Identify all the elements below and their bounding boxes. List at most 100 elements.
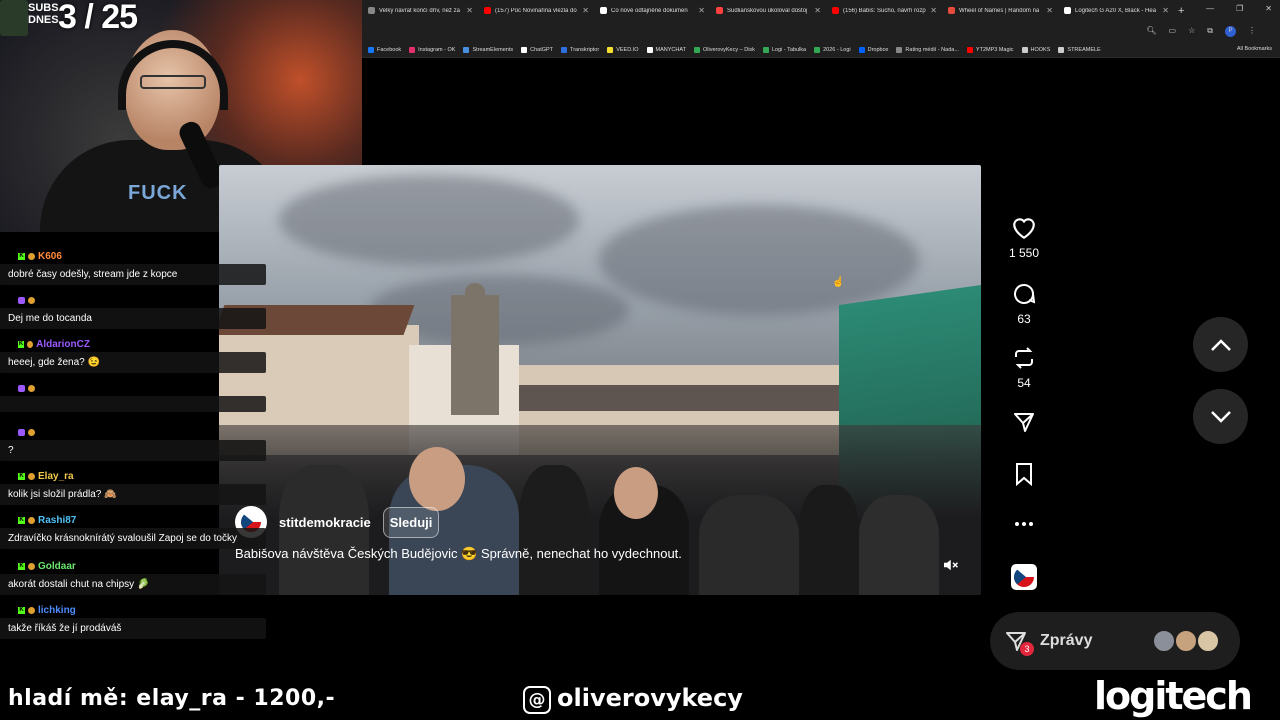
glasses <box>140 75 206 89</box>
bookmark-favicon <box>1021 46 1028 53</box>
bookmark-item[interactable]: YT2MP3 Magic <box>966 46 1014 53</box>
browser-tab[interactable]: Co nové odtajněné dokumen ✕ <box>594 0 710 21</box>
bookmark-item[interactable]: ChatGPT <box>521 46 554 53</box>
bookmark-item[interactable]: VEED.IO <box>607 46 639 53</box>
person <box>699 495 799 595</box>
user-badge-icon <box>28 296 35 304</box>
avatar <box>1174 629 1198 653</box>
muted-speaker-icon[interactable] <box>941 556 959 574</box>
user-badge-icon <box>28 384 35 392</box>
bookmark-item[interactable]: StreamElements <box>463 46 513 53</box>
bookmark-label: VEED.IO <box>616 46 639 53</box>
tab-favicon <box>716 7 723 14</box>
kick-badge-icon: K <box>18 472 25 480</box>
bookmark-icon <box>1016 463 1032 486</box>
comment-icon <box>1014 284 1036 304</box>
follow-button[interactable]: Sleduji <box>382 506 440 538</box>
profile-avatar[interactable]: P <box>1225 26 1236 37</box>
avatar <box>1196 629 1220 653</box>
kick-badge-icon: K <box>18 252 25 260</box>
close-icon[interactable]: ✕ <box>698 6 705 15</box>
repost-icon <box>1015 347 1033 369</box>
messages-bar[interactable]: 3 Zprávy <box>990 612 1240 670</box>
comment-button[interactable]: 63 <box>1004 282 1044 326</box>
bookmark-label: Transkriptor <box>570 46 600 53</box>
chat-username[interactable]: K606 <box>38 251 62 262</box>
person <box>519 465 589 595</box>
tower-dome <box>465 283 485 301</box>
browser-tab[interactable]: Logitech G A20 X, Black - Hea ✕ <box>1058 0 1174 21</box>
bookmark-item[interactable]: Logi - Tabulka <box>762 46 806 53</box>
subs-count: 3 / 25 <box>58 0 138 36</box>
like-button[interactable]: 1 550 <box>1004 216 1044 260</box>
user-badge-icon <box>28 252 35 260</box>
bookmark-item[interactable]: Instagram - OK <box>409 46 455 53</box>
chat-username[interactable]: Goldaar <box>38 561 76 572</box>
close-icon[interactable]: ✕ <box>466 6 473 15</box>
chat-message-text: heeej, gde žena? 😉 <box>0 352 266 373</box>
bookmark-item[interactable]: STREAMELE <box>1058 46 1101 53</box>
heart-icon <box>1013 218 1035 240</box>
bookmark-label: YT2MP3 Magic <box>975 46 1014 53</box>
more-options-button[interactable] <box>1004 514 1044 540</box>
author-name[interactable]: stitdemokracie <box>279 515 371 530</box>
close-icon[interactable]: ✕ <box>582 6 589 15</box>
bookmark-item[interactable]: OliverovyKecy – Disk <box>693 46 755 53</box>
bookmark-item[interactable]: Dropbox <box>858 46 888 53</box>
new-tab-button[interactable]: + <box>1174 5 1184 17</box>
audio-thumbnail[interactable] <box>1004 564 1044 590</box>
all-bookmarks-button[interactable]: All Bookmarks <box>1237 46 1272 52</box>
close-icon[interactable]: ✕ <box>930 6 937 15</box>
video-player[interactable]: stitdemokracie Sleduji Babišova návštěva… <box>219 165 981 595</box>
bookmark-item[interactable]: Transkriptor <box>561 46 600 53</box>
chat-message-text: Zdravíčko krásnoknírátý svaloušil Zapoj … <box>0 528 266 549</box>
bookmark-favicon <box>368 46 374 53</box>
close-icon[interactable]: ✕ <box>814 6 821 15</box>
bookmarks-bar: Facebook Instagram - OK StreamElements Chat… <box>362 42 1280 58</box>
bookmark-item[interactable]: MANYCHAT <box>646 46 686 53</box>
browser-tab[interactable]: (157) Půc Novinařina vlezla do ✕ <box>478 0 594 21</box>
chat-username[interactable]: AldarionCZ <box>36 339 90 350</box>
user-badge-icon <box>28 606 35 614</box>
bookmark-label: Facebook <box>377 46 402 53</box>
share-button[interactable] <box>1004 410 1044 440</box>
close-icon[interactable]: ✕ <box>1046 6 1053 15</box>
repost-button[interactable]: 54 <box>1004 346 1044 390</box>
mouse-cursor-icon: ☝ <box>832 277 845 288</box>
previous-reel-button[interactable] <box>1193 317 1248 372</box>
chevron-up-icon <box>1210 338 1231 351</box>
browser-tab[interactable]: Wheel of Names | Random na ✕ <box>942 0 1058 21</box>
menu-icon[interactable]: ⋮ <box>1248 26 1256 37</box>
chat-message-text: takže říkáš že jí prodáváš <box>0 618 266 639</box>
bookmark-item[interactable]: 2026 - Logi <box>814 46 851 53</box>
star-icon[interactable]: ☆ <box>1188 26 1195 37</box>
close-icon[interactable]: ✕ <box>1162 6 1169 15</box>
chat-username[interactable]: lichking <box>38 605 76 616</box>
zoom-icon[interactable]: 🔍︎ <box>1146 26 1156 37</box>
browser-tab[interactable]: Velký návrat končí dřív, než za ✕ <box>362 0 478 21</box>
chat-username[interactable]: Rashi87 <box>38 515 76 526</box>
chat-message-header <box>14 292 94 308</box>
cast-icon[interactable]: ▭ <box>1169 26 1177 37</box>
kick-badge-icon: K <box>18 606 25 614</box>
messages-badge: 3 <box>1020 642 1034 656</box>
maximize-icon[interactable]: ❐ <box>1236 4 1243 13</box>
bookmark-favicon <box>693 46 700 53</box>
extensions-icon[interactable]: ⧉ <box>1207 26 1213 37</box>
minimize-icon[interactable]: — <box>1206 4 1214 13</box>
close-window-icon[interactable]: ✕ <box>1265 4 1272 13</box>
browser-tab[interactable]: (156) Babiš: Sucho, návrh rozp ✕ <box>826 0 942 21</box>
save-button[interactable] <box>1004 462 1044 492</box>
browser-tab[interactable]: Sudlianskovou úkoloval důstoj ✕ <box>710 0 826 21</box>
bookmark-item[interactable]: HOOKS <box>1021 46 1050 53</box>
chat-username[interactable]: Elay_ra <box>38 471 74 482</box>
bookmark-label: MANYCHAT <box>655 46 686 53</box>
bookmark-item[interactable]: Facebook <box>368 46 402 53</box>
roof <box>519 385 839 411</box>
bookmark-favicon <box>1058 46 1065 53</box>
church-tower <box>451 295 499 415</box>
bookmark-item[interactable]: Rating médií - Nada... <box>896 46 959 53</box>
next-reel-button[interactable] <box>1193 389 1248 444</box>
bookmark-label: ChatGPT <box>530 46 554 53</box>
chat-message: K K606 dobré časy odešly, stream jde z kop… <box>0 248 266 285</box>
